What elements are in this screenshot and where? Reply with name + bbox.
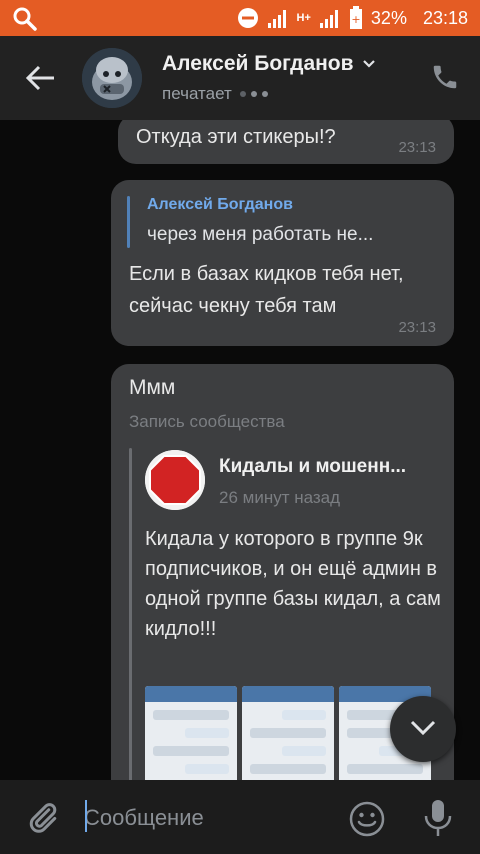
message-text: Если в базах кидков тебя нет, сейчас чек… — [129, 263, 404, 317]
typing-status: печатает — [162, 84, 268, 104]
reply-text[interactable]: через меня работать не... — [147, 224, 373, 246]
reply-quote-bar — [127, 196, 130, 248]
scroll-down-button[interactable] — [390, 696, 456, 762]
clock: 23:18 — [422, 7, 468, 28]
message-text: Откуда эти стикеры!? — [136, 126, 336, 148]
contact-name-text: Алексей Богданов — [162, 52, 354, 75]
avatar-image — [82, 48, 142, 108]
battery-icon: + — [349, 6, 362, 29]
message-bubble-reply[interactable]: Алексей Богданов через меня работать не.… — [111, 180, 454, 346]
signal-icon — [267, 10, 286, 28]
typing-dots-icon — [239, 91, 268, 97]
typing-status-text: печатает — [162, 84, 232, 103]
chevron-down-icon[interactable] — [362, 59, 376, 69]
message-time: 23:13 — [398, 319, 436, 336]
microphone-icon[interactable] — [420, 798, 456, 838]
contact-avatar[interactable] — [82, 48, 142, 108]
reply-author[interactable]: Алексей Богданов — [147, 196, 293, 214]
message-bubble[interactable]: Откуда эти стикеры!? 23:13 — [118, 120, 454, 164]
do-not-disturb-icon — [237, 8, 258, 28]
post-time: 26 минут назад — [219, 488, 341, 507]
network-type: H+ — [296, 12, 311, 24]
contact-name[interactable]: Алексей Богданов — [162, 52, 376, 76]
signal-icon-2 — [319, 10, 338, 28]
back-arrow-icon[interactable] — [24, 64, 56, 92]
message-list[interactable]: Откуда эти стикеры!? 23:13 Алексей Богда… — [0, 120, 480, 780]
post-image[interactable] — [145, 686, 237, 780]
post-image[interactable] — [242, 686, 334, 780]
repost-label: Запись сообщества — [129, 412, 285, 431]
repost-quote-bar — [129, 448, 132, 780]
message-input[interactable] — [84, 800, 324, 836]
group-name[interactable]: Кидалы и мошенн... — [219, 456, 406, 478]
message-composer — [0, 780, 480, 854]
post-text: Кидала у которого в группе 9к подписчико… — [145, 528, 441, 640]
paperclip-icon[interactable] — [24, 800, 60, 836]
battery-level: 32% — [370, 7, 407, 28]
message-text: Ммм — [129, 376, 176, 399]
group-avatar[interactable] — [145, 450, 205, 510]
chevron-down-icon — [410, 720, 436, 736]
chat-header: Алексей Богданов печатает — [0, 36, 480, 120]
search-icon — [13, 7, 37, 31]
emoji-icon[interactable] — [348, 800, 386, 838]
status-bar: H+ + 32% 23:18 — [0, 0, 480, 36]
phone-icon[interactable] — [430, 62, 460, 92]
text-caret — [85, 800, 87, 832]
stop-sign-icon — [145, 450, 205, 510]
svg-text:+: + — [351, 13, 360, 26]
message-time: 23:13 — [398, 139, 436, 156]
